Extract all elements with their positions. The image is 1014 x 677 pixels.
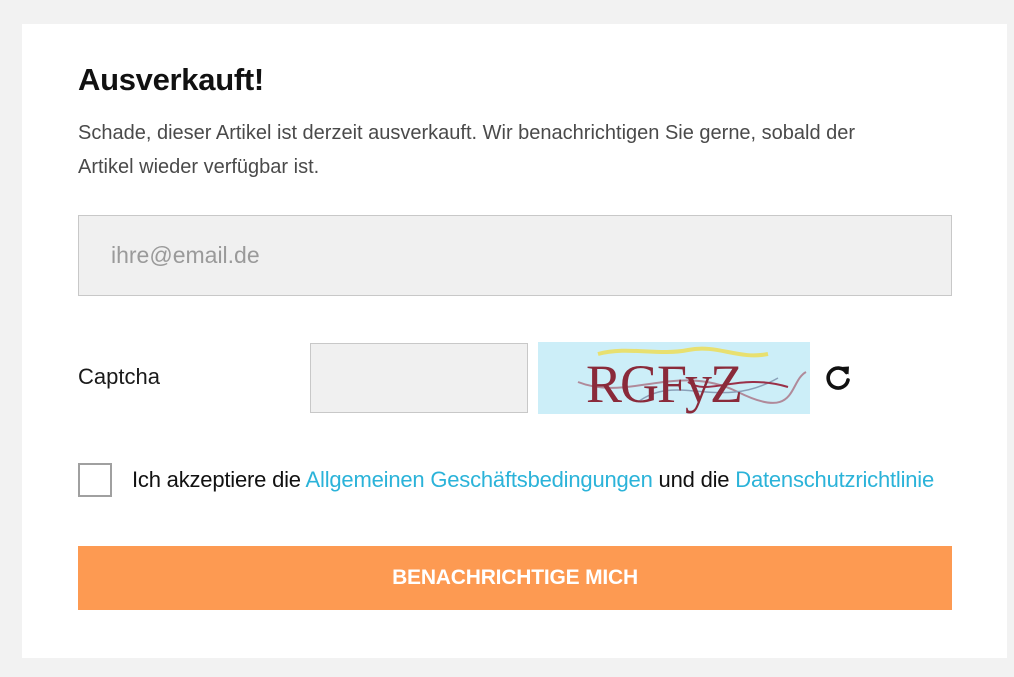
consent-middle: und die	[658, 467, 730, 492]
email-field[interactable]	[78, 215, 952, 296]
captcha-text: RGFyZ	[586, 354, 741, 414]
page-title: Ausverkauft!	[78, 62, 264, 97]
notify-card: Ausverkauft! Schade, dieser Artikel ist …	[22, 24, 1007, 658]
refresh-icon[interactable]	[822, 362, 854, 394]
consent-text: Ich akzeptiere die Allgemeinen Geschäfts…	[78, 460, 948, 500]
notify-me-button[interactable]: BENACHRICHTIGE MICH	[78, 546, 952, 610]
captcha-input[interactable]	[310, 343, 528, 413]
captcha-noise-graphic: RGFyZ	[577, 346, 807, 414]
consent-prefix: Ich akzeptiere die	[132, 467, 301, 492]
captcha-label: Captcha	[78, 364, 160, 389]
terms-link[interactable]: Allgemeinen Geschäftsbedingungen	[306, 467, 653, 492]
privacy-link[interactable]: Datenschutzrichtlinie	[735, 467, 934, 492]
out-of-stock-description: Schade, dieser Artikel ist derzeit ausve…	[78, 122, 856, 178]
captcha-image: RGFyZ	[538, 342, 810, 414]
